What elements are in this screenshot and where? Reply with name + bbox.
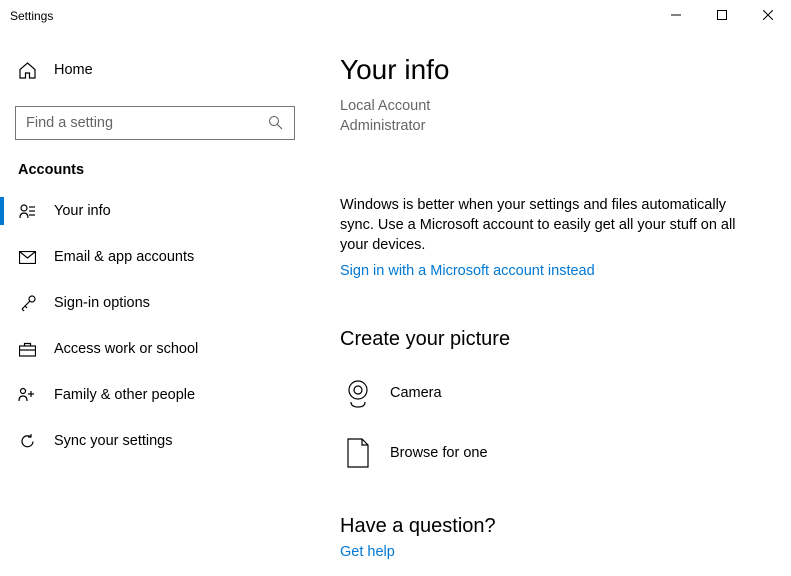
file-icon — [340, 435, 376, 471]
key-icon — [18, 294, 36, 312]
camera-icon — [340, 375, 376, 411]
sync-icon — [18, 432, 36, 450]
your-info-icon — [18, 202, 36, 220]
maximize-icon — [717, 10, 727, 20]
home-icon — [18, 61, 36, 79]
question-heading: Have a question? — [340, 515, 761, 538]
sidebar-item-your-info[interactable]: Your info — [0, 188, 310, 234]
briefcase-icon — [18, 340, 36, 358]
home-label: Home — [54, 62, 93, 78]
search-input[interactable] — [26, 115, 268, 131]
minimize-icon — [671, 10, 681, 20]
people-icon — [18, 386, 36, 404]
sidebar-item-email-accounts[interactable]: Email & app accounts — [0, 234, 310, 280]
main-panel: Your info Local Account Administrator Wi… — [310, 32, 791, 576]
camera-option[interactable]: Camera — [340, 369, 761, 417]
minimize-button[interactable] — [653, 0, 699, 30]
content-container: Home Accounts Your info Email & app acco… — [0, 32, 791, 576]
sidebar-item-work-school[interactable]: Access work or school — [0, 326, 310, 372]
sidebar-item-label: Access work or school — [54, 341, 198, 357]
sidebar: Home Accounts Your info Email & app acco… — [0, 32, 310, 576]
browse-option[interactable]: Browse for one — [340, 429, 761, 477]
account-type: Local Account — [340, 96, 761, 116]
close-button[interactable] — [745, 0, 791, 30]
search-icon — [268, 115, 284, 131]
sidebar-item-label: Family & other people — [54, 387, 195, 403]
window-controls — [653, 0, 791, 30]
email-icon — [18, 248, 36, 266]
home-nav[interactable]: Home — [0, 50, 310, 90]
sync-description: Windows is better when your settings and… — [340, 195, 761, 256]
account-role: Administrator — [340, 116, 761, 136]
sidebar-item-sync[interactable]: Sync your settings — [0, 418, 310, 464]
sidebar-item-label: Your info — [54, 203, 111, 219]
signin-microsoft-link[interactable]: Sign in with a Microsoft account instead — [340, 263, 595, 279]
browse-label: Browse for one — [390, 445, 488, 461]
close-icon — [763, 10, 773, 20]
page-title: Your info — [340, 54, 761, 86]
sidebar-section-header: Accounts — [0, 140, 310, 188]
maximize-button[interactable] — [699, 0, 745, 30]
sidebar-item-label: Sync your settings — [54, 433, 172, 449]
sidebar-item-label: Email & app accounts — [54, 249, 194, 265]
camera-label: Camera — [390, 385, 442, 401]
sidebar-item-signin-options[interactable]: Sign-in options — [0, 280, 310, 326]
create-picture-heading: Create your picture — [340, 328, 761, 351]
window-title: Settings — [10, 9, 53, 23]
get-help-link[interactable]: Get help — [340, 544, 395, 560]
sidebar-item-label: Sign-in options — [54, 295, 150, 311]
sidebar-item-family[interactable]: Family & other people — [0, 372, 310, 418]
search-box[interactable] — [15, 106, 295, 140]
